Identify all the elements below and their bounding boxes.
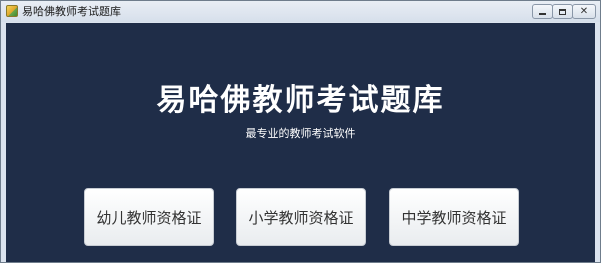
secondary-teacher-cert-button[interactable]: 中学教师资格证 xyxy=(389,188,519,246)
app-icon xyxy=(6,5,18,17)
maximize-button[interactable] xyxy=(552,4,573,19)
page-subtitle: 最专业的教师考试软件 xyxy=(245,127,356,140)
title-bar[interactable]: 易哈佛教师考试题库 ✕ xyxy=(1,1,600,22)
app-window: 易哈佛教师考试题库 ✕ 易哈佛教师考试题库 最专业的教师考试软件 幼儿教师资格证… xyxy=(0,0,601,263)
close-icon: ✕ xyxy=(579,5,589,17)
minimize-icon xyxy=(539,13,546,15)
window-title: 易哈佛教师考试题库 xyxy=(22,5,121,18)
close-button[interactable]: ✕ xyxy=(572,4,596,19)
maximize-icon xyxy=(559,8,566,15)
primary-teacher-cert-button[interactable]: 小学教师资格证 xyxy=(236,188,366,246)
page-title: 易哈佛教师考试题库 xyxy=(156,83,445,118)
minimize-button[interactable] xyxy=(532,4,553,19)
kindergarten-teacher-cert-button[interactable]: 幼儿教师资格证 xyxy=(84,188,214,246)
main-panel: 易哈佛教师考试题库 最专业的教师考试软件 幼儿教师资格证 小学教师资格证 中学教… xyxy=(6,23,595,262)
